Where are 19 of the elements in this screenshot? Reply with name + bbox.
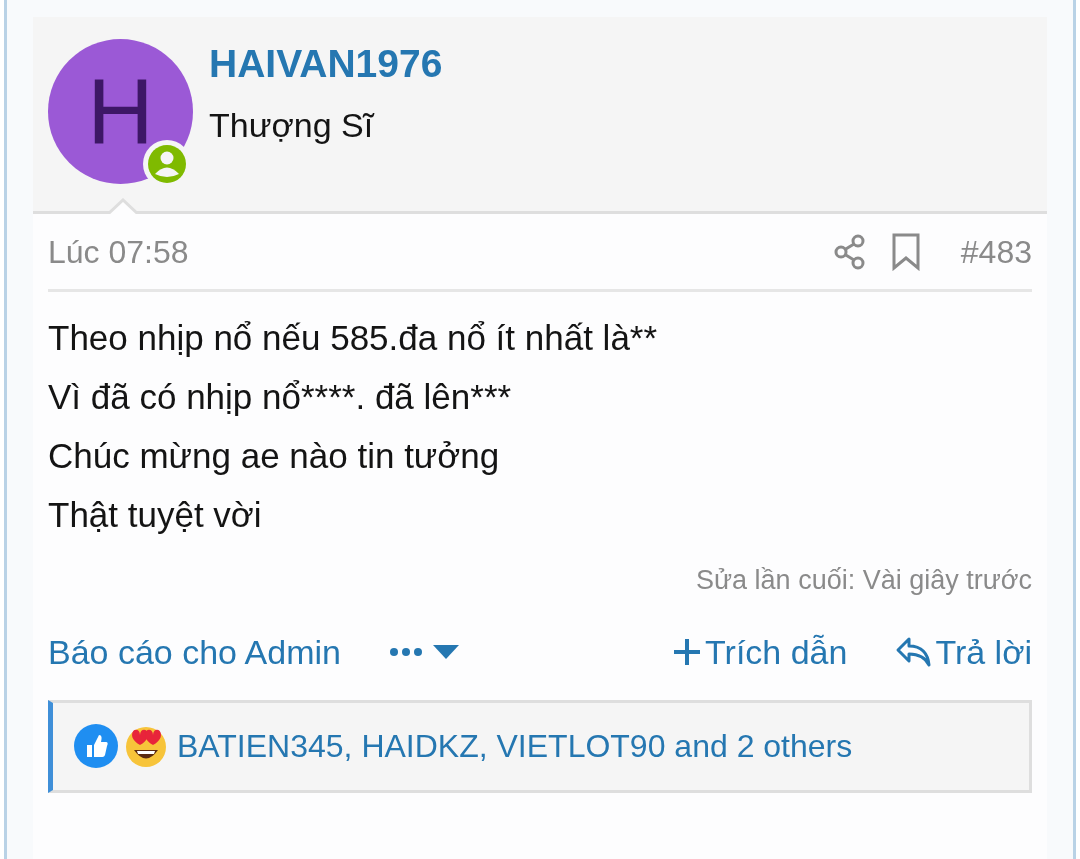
more-menu-button[interactable] <box>388 645 459 659</box>
like-icon <box>73 723 119 769</box>
bookmark-icon[interactable] <box>890 232 921 271</box>
reply-link[interactable]: Trả lời <box>895 626 1032 678</box>
quote-link[interactable]: Trích dẫn <box>673 626 848 678</box>
user-rank: Thượng Sĩ <box>209 104 376 146</box>
share-icon[interactable] <box>832 233 867 270</box>
report-link[interactable]: Báo cáo cho Admin <box>48 626 341 678</box>
post-number-link[interactable]: #483 <box>960 227 1032 276</box>
reactions-link[interactable]: BATIEN345, HAIDKZ, VIETLOT90 and 2 others <box>177 722 853 770</box>
post-time: Lúc 07:58 <box>48 232 189 272</box>
post-text: Theo nhịp nổ nếu 585.đa nổ ít nhất là** Vì đã có nhịp nổ****. đã lên*** Chúc mừng ae nào tin tưởng Thật tuyệt vời <box>48 317 659 536</box>
username-link[interactable]: HAIVAN1976 <box>209 43 443 86</box>
avatar-letter: H <box>87 59 154 165</box>
caret-icon <box>432 645 459 659</box>
edit-note: Sửa lần cuối: Vài giây trước <box>695 564 1032 597</box>
more-icon <box>388 647 425 657</box>
reply-icon <box>895 636 932 668</box>
plus-icon <box>673 638 702 666</box>
